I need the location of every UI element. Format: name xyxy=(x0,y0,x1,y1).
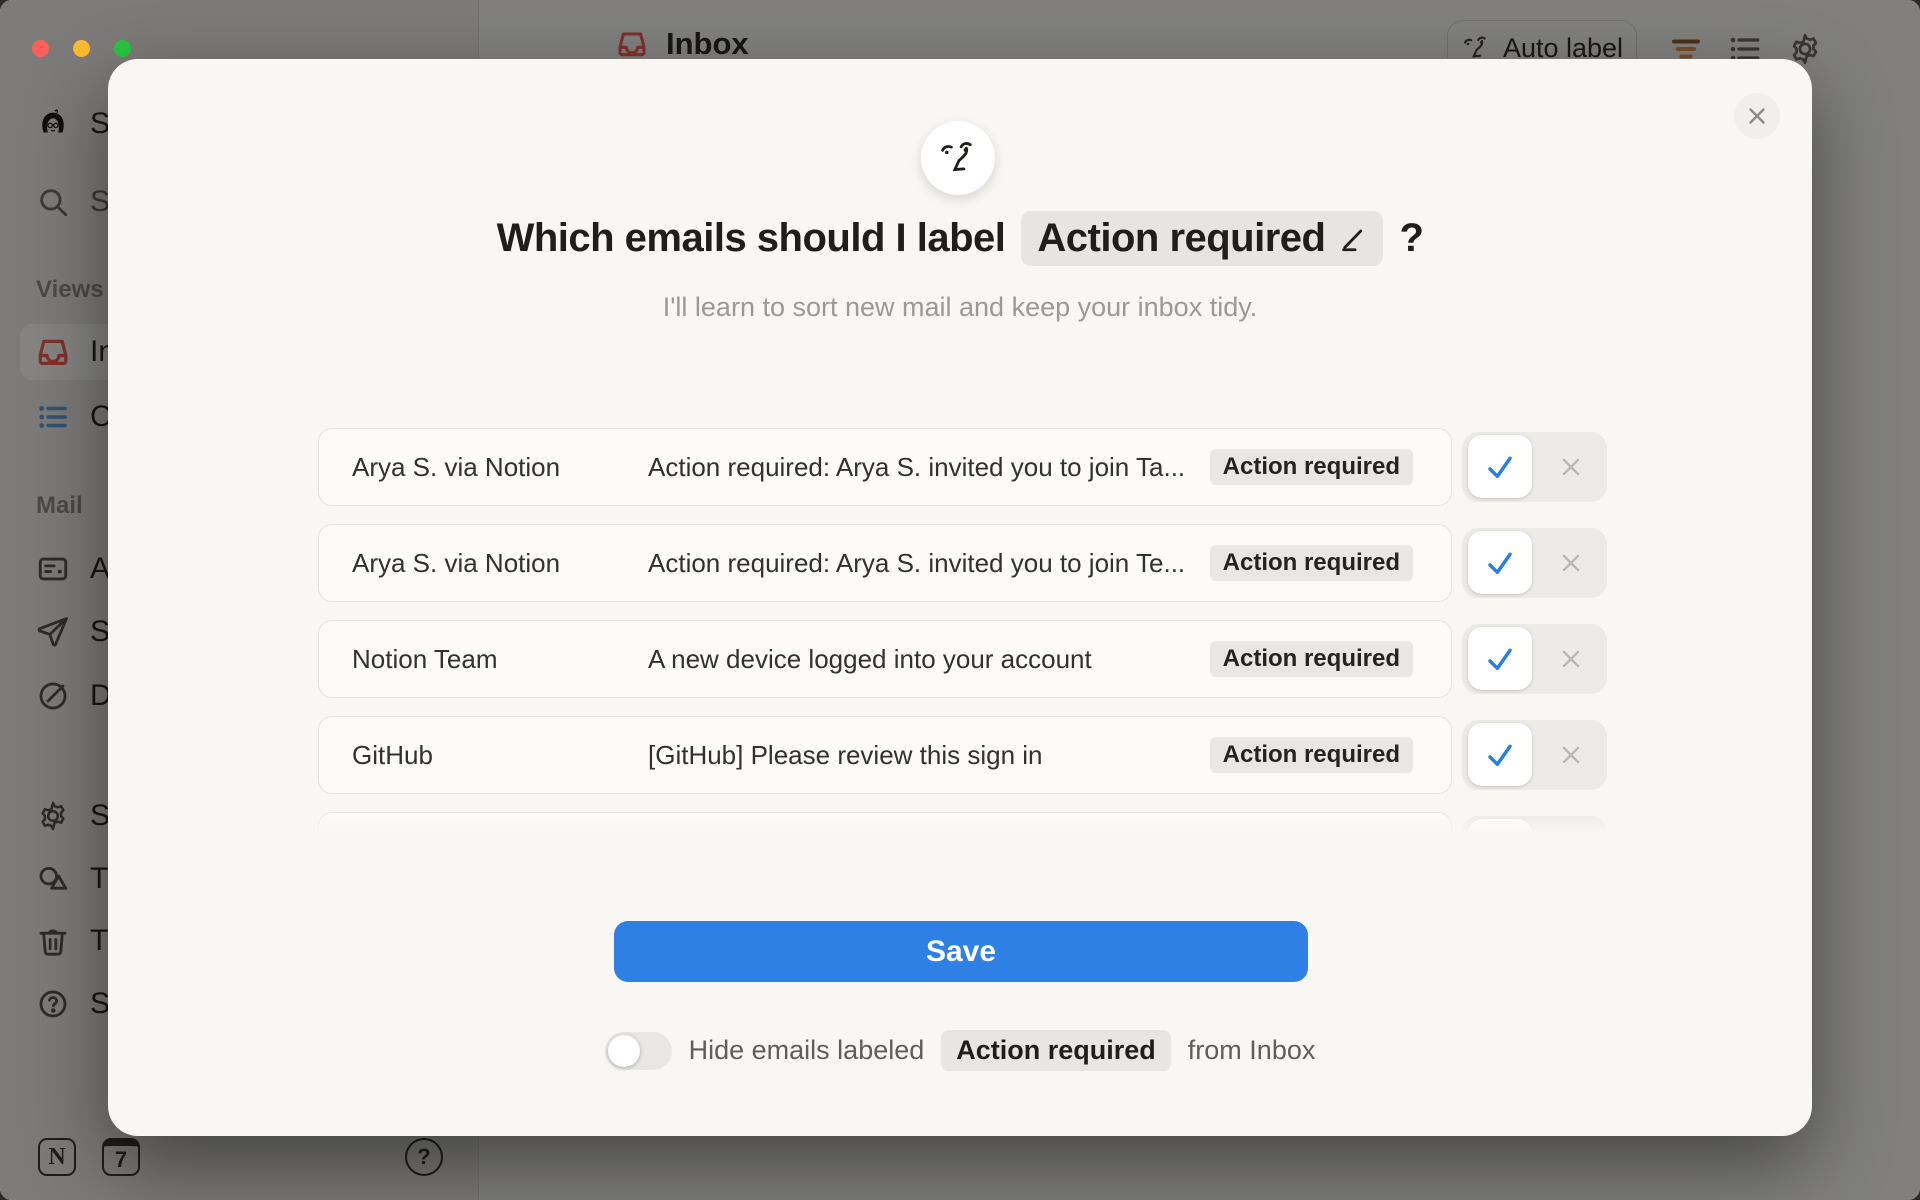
email-subject: Action required: Arya S. invited you to … xyxy=(648,548,1210,579)
toggle-text-before: Hide emails labeled xyxy=(689,1035,925,1066)
email-label-badge: Action required xyxy=(1210,545,1413,581)
email-subject: A new device logged into your account xyxy=(648,644,1210,675)
approve-button[interactable] xyxy=(1468,723,1532,786)
reject-button[interactable] xyxy=(1540,531,1602,594)
label-name-badge[interactable]: Action required xyxy=(1021,211,1383,266)
email-subject: Action required: Arya S. invited you to … xyxy=(648,452,1210,483)
auto-label-dialog: Which emails should I label Action requi… xyxy=(108,59,1812,1136)
approve-button[interactable] xyxy=(1468,819,1532,834)
email-sender: Arya S. via Notion xyxy=(352,452,648,483)
email-example-list: Arya S. via Notion Action required: Arya… xyxy=(318,428,1608,834)
reject-button[interactable] xyxy=(1540,435,1602,498)
check-icon xyxy=(1484,643,1516,675)
check-icon xyxy=(1484,547,1516,579)
close-icon xyxy=(1744,103,1770,129)
email-card: Arya S. via Notion Action required: Arya… xyxy=(318,524,1452,602)
app-window: S S Views In xyxy=(0,0,1920,1200)
label-decision-control xyxy=(1462,432,1607,502)
toggle-text-after: from Inbox xyxy=(1188,1035,1316,1066)
email-label-badge: Action required xyxy=(1210,449,1413,485)
face-icon xyxy=(937,137,979,179)
approve-button[interactable] xyxy=(1468,627,1532,690)
minimize-window-button[interactable] xyxy=(73,40,90,57)
save-button[interactable]: Save xyxy=(614,921,1308,982)
hide-labeled-toggle[interactable] xyxy=(605,1032,672,1070)
check-icon xyxy=(1484,451,1516,483)
toggle-knob xyxy=(608,1035,640,1067)
x-icon xyxy=(1557,741,1585,769)
dialog-subtitle: I'll learn to sort new mail and keep you… xyxy=(108,292,1812,323)
email-sender: Arya S. via Notion xyxy=(352,548,648,579)
x-icon xyxy=(1557,645,1585,673)
reject-button[interactable] xyxy=(1540,723,1602,786)
email-card xyxy=(318,812,1452,834)
email-row: Arya S. via Notion Action required: Arya… xyxy=(318,524,1608,602)
dialog-close-button[interactable] xyxy=(1734,93,1780,139)
email-label-badge: Action required xyxy=(1210,737,1413,773)
edit-pencil-icon xyxy=(1337,224,1367,254)
email-sender: GitHub xyxy=(352,740,648,771)
hide-labeled-row: Hide emails labeled Action required from… xyxy=(108,1030,1812,1071)
close-window-button[interactable] xyxy=(32,40,49,57)
dialog-title-question: ? xyxy=(1399,216,1423,261)
approve-button[interactable] xyxy=(1468,435,1532,498)
email-card: Arya S. via Notion Action required: Arya… xyxy=(318,428,1452,506)
label-decision-control xyxy=(1462,720,1607,790)
email-row: Notion Team A new device logged into you… xyxy=(318,620,1608,698)
auto-label-mascot xyxy=(921,121,995,195)
approve-button[interactable] xyxy=(1468,531,1532,594)
check-icon xyxy=(1484,739,1516,771)
email-card: GitHub [GitHub] Please review this sign … xyxy=(318,716,1452,794)
email-sender: Notion Team xyxy=(352,644,648,675)
reject-button[interactable] xyxy=(1540,627,1602,690)
email-row-partial xyxy=(318,812,1608,834)
email-subject: [GitHub] Please review this sign in xyxy=(648,740,1210,771)
x-icon xyxy=(1557,549,1585,577)
x-icon xyxy=(1557,453,1585,481)
dialog-title: Which emails should I label Action requi… xyxy=(108,211,1812,266)
label-decision-control xyxy=(1462,528,1607,598)
label-decision-control xyxy=(1462,624,1607,694)
toggle-label-badge: Action required xyxy=(941,1030,1171,1071)
email-row: Arya S. via Notion Action required: Arya… xyxy=(318,428,1608,506)
dialog-title-prefix: Which emails should I label xyxy=(497,216,1006,261)
email-card: Notion Team A new device logged into you… xyxy=(318,620,1452,698)
zoom-window-button[interactable] xyxy=(114,40,131,57)
email-row: GitHub [GitHub] Please review this sign … xyxy=(318,716,1608,794)
email-label-badge: Action required xyxy=(1210,641,1413,677)
label-decision-control xyxy=(1462,816,1607,834)
